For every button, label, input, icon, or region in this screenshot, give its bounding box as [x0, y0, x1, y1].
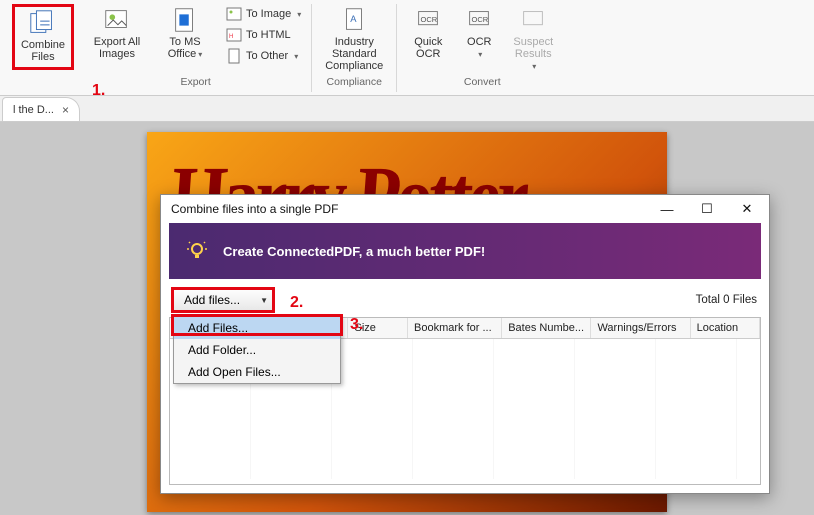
banner-text: Create ConnectedPDF, a much better PDF!: [223, 244, 485, 259]
to-html-button[interactable]: H To HTML: [222, 25, 305, 45]
industry-compliance-button[interactable]: A Industry Standard Compliance: [318, 4, 390, 70]
group-label-export: Export: [180, 76, 210, 92]
ocr-button[interactable]: OCR OCR▾: [459, 4, 499, 70]
dropdown-caret-icon: ▼: [260, 296, 268, 305]
quick-ocr-button[interactable]: OCR Quick OCR: [403, 4, 453, 70]
doc-icon: [226, 48, 242, 64]
quick-ocr-icon: OCR: [413, 6, 443, 34]
to-other-button[interactable]: To Other▾: [222, 46, 305, 66]
svg-text:H: H: [229, 34, 233, 40]
tab-label: l the D...: [13, 104, 54, 116]
close-button[interactable]: ✕: [727, 195, 767, 223]
ms-office-icon: [170, 6, 200, 34]
svg-text:OCR: OCR: [421, 15, 438, 24]
menu-add-files[interactable]: Add Files...: [174, 317, 340, 339]
lightbulb-icon: [185, 239, 209, 263]
connectedpdf-banner[interactable]: Create ConnectedPDF, a much better PDF!: [169, 223, 761, 279]
grid-col-header[interactable]: Location: [691, 318, 760, 338]
menu-add-open-files[interactable]: Add Open Files...: [174, 361, 340, 383]
image-export-icon: [102, 6, 132, 34]
dialog-toolbar: Add files... ▼ Total 0 Files: [161, 279, 769, 317]
grid-col-header[interactable]: Bates Numbe...: [502, 318, 591, 338]
maximize-button[interactable]: ☐: [687, 195, 727, 223]
group-label-convert: Convert: [464, 76, 501, 92]
add-files-dropdown-button[interactable]: Add files... ▼: [173, 289, 273, 311]
document-tabs: l the D... ×: [0, 96, 814, 122]
combine-files-icon: [28, 9, 58, 37]
minimize-button[interactable]: —: [647, 195, 687, 223]
html-icon: H: [226, 27, 242, 43]
dropdown-caret-icon: ▾: [198, 50, 202, 59]
add-files-menu: Add Files... Add Folder... Add Open File…: [173, 316, 341, 384]
combine-files-button[interactable]: Combine Files: [12, 4, 74, 70]
grid-col-header[interactable]: Bookmark for ...: [408, 318, 502, 338]
tab-close-icon[interactable]: ×: [62, 103, 69, 117]
to-ms-office-button[interactable]: To MS Office▾: [154, 4, 216, 70]
dialog-title-text: Combine files into a single PDF: [171, 202, 338, 216]
svg-text:OCR: OCR: [472, 15, 489, 24]
total-files-label: Total 0 Files: [696, 294, 757, 306]
to-image-button[interactable]: To Image▾: [222, 4, 305, 24]
grid-col-header[interactable]: Size: [348, 318, 408, 338]
group-label-compliance: Compliance: [327, 76, 382, 92]
grid-col-header[interactable]: Warnings/Errors: [591, 318, 690, 338]
image-icon: [226, 6, 242, 22]
ribbon: Combine Files Export All Images To MS Of…: [0, 0, 814, 96]
dialog-titlebar[interactable]: Combine files into a single PDF — ☐ ✕: [161, 195, 769, 223]
ocr-icon: OCR: [464, 6, 494, 34]
export-all-images-button[interactable]: Export All Images: [86, 4, 148, 70]
standard-icon: A: [339, 6, 369, 34]
suspect-icon: [518, 6, 548, 34]
svg-text:A: A: [351, 14, 358, 24]
menu-add-folder[interactable]: Add Folder...: [174, 339, 340, 361]
suspect-results-button[interactable]: Suspect Results▾: [505, 4, 561, 70]
document-tab[interactable]: l the D... ×: [2, 97, 80, 121]
